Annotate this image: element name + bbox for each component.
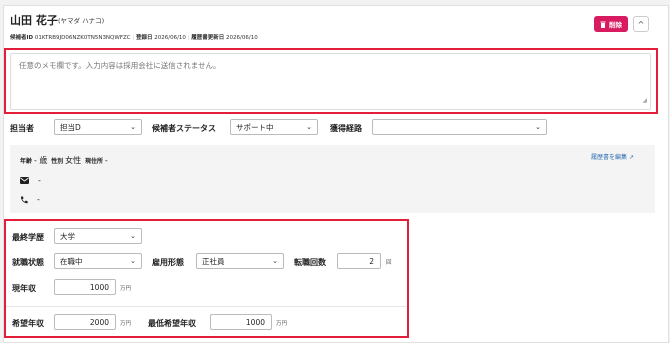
registered-label: 登録日: [135, 35, 153, 41]
edit-resume-label: 履歴書を編集: [591, 154, 628, 161]
desired-income-input[interactable]: 2000: [54, 314, 116, 330]
education-label: 最終学歴: [12, 233, 44, 242]
chevron-down-icon: ⌄: [130, 257, 136, 265]
employment-type-value: 正社員: [202, 256, 225, 266]
chevron-up-icon: ^: [637, 19, 645, 29]
updated-date: 2026/06/10: [226, 35, 258, 41]
chevron-down-icon: ⌄: [535, 123, 541, 131]
candidate-meta: 候補者ID 01KTRB9JD06NZK0TN5N3NQWFZC | 登録日 2…: [10, 35, 258, 41]
gender-label: 性別: [51, 158, 64, 165]
assignee-select[interactable]: 担当D ⌄: [54, 119, 142, 135]
registered-date: 2026/06/10: [154, 35, 186, 41]
min-desired-income-input[interactable]: 1000: [210, 314, 272, 330]
status-label: 候補者ステータス: [152, 124, 216, 133]
delete-label: 削除: [609, 21, 622, 29]
chevron-down-icon: ⌄: [130, 232, 136, 240]
external-link-icon: ↗: [628, 154, 634, 161]
min-desired-income-unit: 万円: [276, 321, 288, 327]
assignee-value: 担当D: [60, 122, 81, 132]
desired-income-unit: 万円: [120, 321, 132, 327]
phone-icon: [20, 196, 28, 203]
updated-label: 履歴書更新日: [191, 35, 225, 41]
employment-label: 就職状態: [12, 258, 44, 267]
employment-value: 在職中: [60, 256, 83, 266]
current-income-unit: 万円: [120, 286, 132, 292]
employment-select[interactable]: 在職中 ⌄: [54, 253, 142, 269]
job-changes-input[interactable]: 2: [337, 253, 381, 269]
job-changes-unit: 回: [386, 260, 392, 266]
email-value: -: [38, 176, 41, 185]
candidate-kana: (ヤマダ ハナコ): [58, 17, 105, 25]
chevron-down-icon: ⌄: [306, 123, 312, 131]
resize-grip-icon[interactable]: ◢: [642, 97, 647, 104]
profile-basic: 年齢 - 歳 性別 女性 現住所 -: [20, 155, 108, 166]
gender-value: 女性: [65, 156, 82, 165]
employment-type-select[interactable]: 正社員 ⌄: [196, 253, 284, 269]
education-select[interactable]: 大学 ⌄: [54, 228, 142, 244]
candidate-name: 山田 花子: [10, 14, 58, 27]
address-value: -: [104, 156, 108, 165]
chevron-down-icon: ⌄: [272, 257, 278, 265]
mail-icon: [20, 177, 29, 184]
assignee-label: 担当者: [10, 124, 34, 133]
current-income-input[interactable]: 1000: [54, 279, 116, 295]
candidate-id: 01KTRB9JD06NZK0TN5N3NQWFZC: [34, 35, 131, 41]
phone-value: -: [37, 195, 40, 204]
address-label: 現住所: [84, 158, 103, 165]
candidate-id-label: 候補者ID: [10, 35, 34, 41]
phone-row: -: [20, 195, 40, 204]
employment-type-label: 雇用形態: [152, 258, 184, 267]
email-row: -: [20, 176, 41, 185]
education-value: 大学: [60, 231, 75, 241]
memo-highlight: ◢: [4, 48, 658, 114]
job-changes-label: 転職回数: [294, 258, 326, 267]
collapse-button[interactable]: ^: [633, 16, 649, 32]
age-value: - 歳: [33, 156, 48, 165]
delete-button[interactable]: 削除: [594, 16, 628, 32]
memo-textarea[interactable]: [10, 53, 651, 110]
status-value: サポート中: [236, 122, 274, 132]
source-label: 獲得経路: [330, 124, 362, 133]
source-select[interactable]: ⌄: [372, 119, 547, 135]
chevron-down-icon: ⌄: [130, 123, 136, 131]
min-desired-income-label: 最低希望年収: [148, 319, 196, 328]
status-select[interactable]: サポート中 ⌄: [230, 119, 318, 135]
desired-income-label: 希望年収: [12, 319, 44, 328]
section-divider: [6, 306, 406, 307]
trash-icon: [600, 21, 606, 28]
age-label: 年齢: [20, 158, 33, 165]
current-income-label: 現年収: [12, 284, 36, 293]
edit-resume-link[interactable]: 履歴書を編集 ↗: [591, 152, 634, 161]
